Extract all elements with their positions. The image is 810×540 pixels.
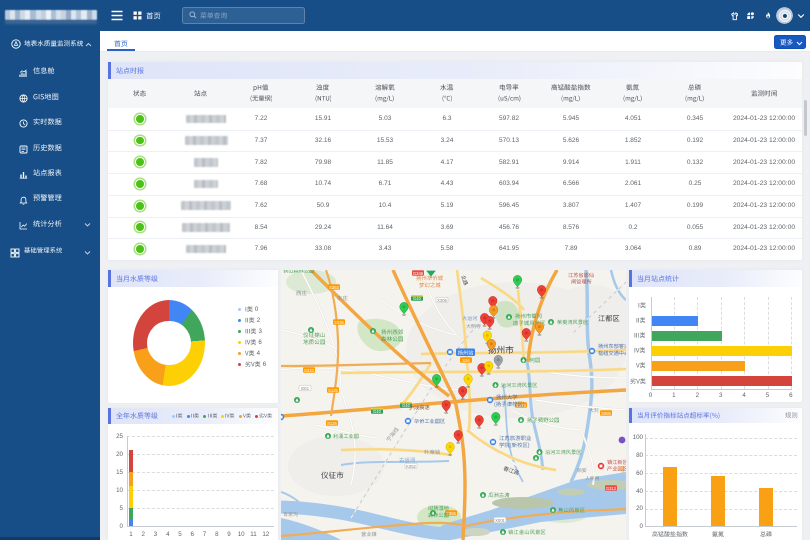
svg-text:G346: G346 xyxy=(413,271,424,276)
svg-text:G312: G312 xyxy=(606,486,617,491)
svg-text:S035: S035 xyxy=(334,320,344,325)
svg-text:S336: S336 xyxy=(516,403,526,408)
svg-text:I001: I001 xyxy=(301,386,310,391)
svg-text:X001: X001 xyxy=(495,518,505,523)
svg-text:S333: S333 xyxy=(304,368,314,373)
svg-text:G40: G40 xyxy=(402,403,411,408)
svg-text:S356: S356 xyxy=(446,511,456,516)
svg-text:G40: G40 xyxy=(373,409,382,414)
svg-text:S125: S125 xyxy=(327,421,337,426)
svg-text:S125: S125 xyxy=(328,388,338,393)
svg-text:S26: S26 xyxy=(462,358,470,363)
svg-text:G40: G40 xyxy=(413,296,422,301)
svg-text:S086: S086 xyxy=(601,411,611,416)
svg-text:S353: S353 xyxy=(329,285,339,290)
svg-text:K052: K052 xyxy=(406,464,416,469)
svg-text:X306: X306 xyxy=(437,298,447,303)
